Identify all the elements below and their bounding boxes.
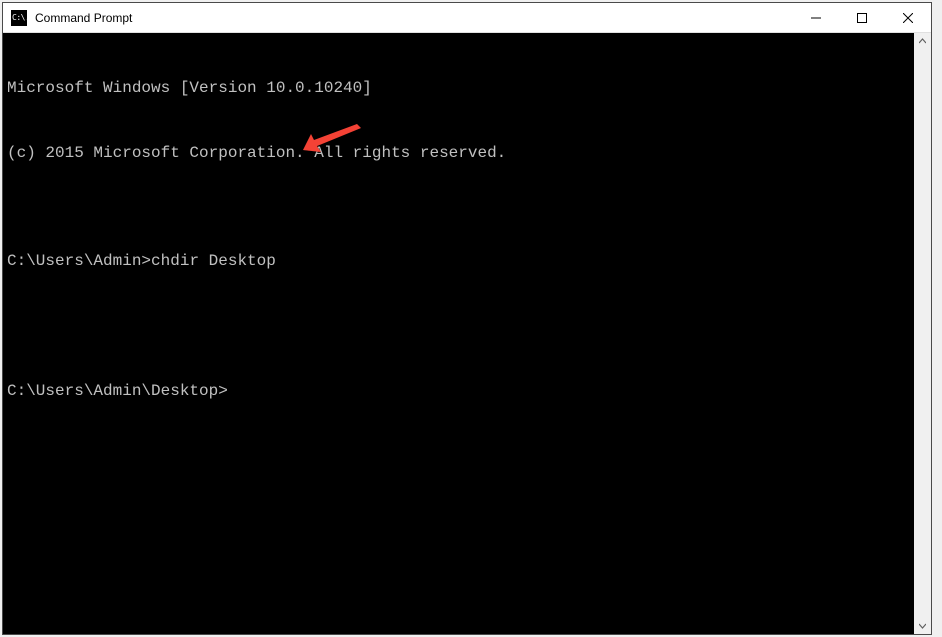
prompt-line: C:\Users\Admin\Desktop>: [7, 381, 910, 403]
cursor: [228, 381, 237, 399]
maximize-icon: [857, 13, 867, 23]
app-icon: C:\.: [11, 10, 27, 26]
scrollbar-track[interactable]: [914, 50, 931, 617]
prompt: C:\Users\Admin>: [7, 251, 151, 273]
command: chdir Desktop: [151, 251, 276, 273]
output-line: Microsoft Windows [Version 10.0.10240]: [7, 78, 910, 100]
vertical-scrollbar[interactable]: [914, 33, 931, 634]
terminal-container: Microsoft Windows [Version 10.0.10240] (…: [3, 33, 931, 634]
terminal[interactable]: Microsoft Windows [Version 10.0.10240] (…: [3, 33, 914, 634]
titlebar[interactable]: C:\. Command Prompt: [3, 3, 931, 33]
scrollbar-up-button[interactable]: [914, 33, 931, 50]
command-prompt-window: C:\. Command Prompt Microsoft Windows [V…: [2, 2, 932, 635]
chevron-up-icon: [919, 38, 926, 45]
minimize-icon: [811, 13, 821, 23]
close-button[interactable]: [885, 3, 931, 32]
output-line: (c) 2015 Microsoft Corporation. All righ…: [7, 143, 910, 165]
chevron-down-icon: [919, 622, 926, 629]
output-line: [7, 316, 910, 338]
prompt: C:\Users\Admin\Desktop>: [7, 381, 228, 403]
minimize-button[interactable]: [793, 3, 839, 32]
close-icon: [903, 13, 913, 23]
maximize-button[interactable]: [839, 3, 885, 32]
prompt-line: C:\Users\Admin>chdir Desktop: [7, 251, 910, 273]
app-icon-text: C:\.: [11, 13, 29, 22]
window-title: Command Prompt: [33, 11, 793, 25]
scrollbar-down-button[interactable]: [914, 617, 931, 634]
window-controls: [793, 3, 931, 32]
